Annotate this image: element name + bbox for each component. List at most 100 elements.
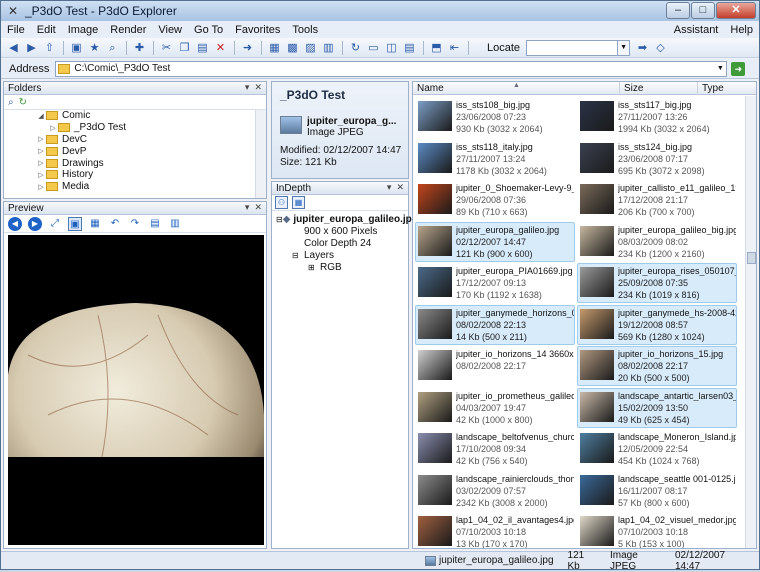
panel-menu-icon[interactable]: ▾	[387, 182, 392, 193]
address-dropdown-icon[interactable]: ▼	[714, 65, 726, 72]
menu-edit[interactable]: Edit	[31, 24, 62, 36]
zoom-fit-icon[interactable]: ⤢	[48, 217, 62, 231]
new-folder-icon[interactable]: ✚	[131, 40, 148, 56]
file-tile[interactable]: iss_sts108_big.jpg 23/06/2008 07:23 930 Kb…	[415, 97, 575, 137]
panel-menu-icon[interactable]: ▾	[245, 82, 250, 93]
expand-arrow-icon[interactable]: ▷	[36, 171, 46, 179]
collapse-icon[interactable]: ⊟	[292, 251, 304, 260]
address-go-icon[interactable]: ➜	[731, 61, 746, 76]
tree-item-devp[interactable]: ▷ DevP	[4, 145, 266, 157]
expand-arrow-icon[interactable]: ▷	[48, 124, 58, 132]
export-icon[interactable]: ⇤	[446, 40, 463, 56]
next-icon[interactable]: ▶	[28, 216, 42, 231]
menu-file[interactable]: File	[1, 24, 31, 36]
menu-goto[interactable]: Go To	[188, 24, 229, 36]
menu-image[interactable]: Image	[62, 24, 105, 36]
file-tile[interactable]: jupiter_callisto_e11_galileo_199... 17/12…	[577, 180, 737, 220]
tree-item-p3do-test[interactable]: ▷ _P3dO Test	[4, 122, 266, 134]
view-details-icon[interactable]: ▥	[320, 40, 337, 56]
folders-scrollbar[interactable]	[255, 110, 266, 198]
file-tile[interactable]: jupiter_ganymede_horizons_09.j...08/02/2…	[415, 304, 575, 345]
expand-icon[interactable]: ⊞	[308, 263, 320, 272]
expand-arrow-icon[interactable]: ▷	[36, 159, 46, 167]
refresh-folder-icon[interactable]: ↻	[19, 97, 27, 108]
file-tile[interactable]: landscape_beltofvenus_churchi... 17/10/20…	[415, 429, 575, 469]
file-tile[interactable]: iss_sts117_big.jpg 27/11/2007 13:26 1994 K…	[577, 97, 737, 137]
address-field[interactable]: C:\Comic\_P3dO Test ▼	[55, 60, 728, 77]
view-thumbnails-icon[interactable]: ▦	[266, 40, 283, 56]
back-icon[interactable]: ◀	[5, 40, 22, 56]
copy-icon[interactable]: ❐	[176, 40, 193, 56]
indepth-layer-rgb[interactable]: ⊞ RGB	[276, 261, 408, 273]
paste-icon[interactable]: ▤	[194, 40, 211, 56]
tree-item-media[interactable]: ▷ Media	[4, 181, 266, 193]
column-size[interactable]: Size	[620, 82, 698, 95]
file-tile[interactable]: jupiter_io_horizons_14 3660x36... 08/02/2…	[415, 346, 575, 386]
slideshow-icon[interactable]: ▭	[365, 40, 382, 56]
menu-view[interactable]: View	[152, 24, 188, 36]
panel-close-icon[interactable]: ✕	[396, 182, 404, 193]
folders-icon[interactable]: ▣	[68, 40, 85, 56]
refresh-icon[interactable]: ↻	[347, 40, 364, 56]
menu-tools[interactable]: Tools	[286, 24, 324, 36]
layout-icon[interactable]: ▤	[401, 40, 418, 56]
forward-icon[interactable]: ▶	[23, 40, 40, 56]
menu-render[interactable]: Render	[104, 24, 152, 36]
tree-item-comic[interactable]: ◢ Comic	[4, 110, 266, 122]
view-images-icon[interactable]: ▩	[284, 40, 301, 56]
minimize-button[interactable]: –	[666, 2, 690, 19]
file-tile[interactable]: lap1_04_02_il_avantages4.jpg 07/10/2003 1…	[415, 512, 575, 548]
favorites-icon[interactable]: ★	[86, 40, 103, 56]
maximize-button[interactable]: □	[691, 2, 715, 19]
file-tile[interactable]: jupiter_0_Shoemaker-Levy-9_1... 29/06/200…	[415, 180, 575, 220]
file-tile[interactable]: lap1_04_02_visuel_medor.jpg 07/10/2003 10…	[577, 512, 737, 548]
zoom-actual-icon[interactable]: ▣	[68, 216, 82, 231]
import-icon[interactable]: ⬒	[428, 40, 445, 56]
menu-assistant[interactable]: Assistant	[668, 24, 725, 36]
view-preview-icon[interactable]: ▨	[302, 40, 319, 56]
panels-icon[interactable]: ◫	[383, 40, 400, 56]
file-tile[interactable]: jupiter_io_prometheus_galileo_b...04/03/…	[415, 388, 575, 428]
print-icon[interactable]: ▥	[168, 217, 182, 231]
delete-icon[interactable]: ✕	[212, 40, 229, 56]
indepth-tree-icon[interactable]: ⚇	[275, 196, 288, 209]
menu-help[interactable]: Help	[724, 24, 759, 36]
tree-item-devc[interactable]: ▷ DevC	[4, 134, 266, 146]
zoom-full-icon[interactable]: ▦	[88, 217, 102, 231]
file-tile[interactable]: landscape_seattle 001-0125.jpg 16/11/2007…	[577, 471, 737, 511]
file-tile[interactable]: landscape_Moneron_Island.jpg 12/05/2009 2…	[577, 429, 737, 469]
save-icon[interactable]: ▤	[148, 217, 162, 231]
move-icon[interactable]: ➜	[239, 40, 256, 56]
vertical-scrollbar[interactable]	[745, 96, 756, 548]
search-icon[interactable]: ⌕	[104, 40, 121, 56]
file-tile[interactable]: jupiter_io_horizons_15.jpg 08/02/2008 22:…	[577, 346, 737, 386]
column-type[interactable]: Type	[698, 82, 746, 95]
menu-favorites[interactable]: Favorites	[229, 24, 286, 36]
file-tile[interactable]: jupiter_europa_galileo.jpg 02/12/2007 14:…	[415, 221, 575, 262]
collapse-icon[interactable]: ⊟	[276, 215, 283, 224]
indepth-grid-icon[interactable]: ▦	[292, 196, 305, 209]
file-tile[interactable]: jupiter_europa_PIA01669.jpg 17/12/2007 09…	[415, 263, 575, 303]
tree-item-history[interactable]: ▷ History	[4, 169, 266, 181]
up-folder-icon[interactable]: ⇧	[41, 40, 58, 56]
scrollbar-thumb[interactable]	[747, 252, 756, 264]
file-tile[interactable]: jupiter_europa_rises_050107_0... 25/09/20…	[577, 263, 737, 303]
file-tile[interactable]: landscape_rainierclouds_thomp...03/02/20…	[415, 471, 575, 511]
locate-go-icon[interactable]: ➡	[634, 40, 651, 56]
rotate-left-icon[interactable]: ↶	[108, 217, 122, 231]
file-tile[interactable]: landscape_antartic_larsen03_ro...15/02/2…	[577, 387, 737, 428]
locate-dropdown-icon[interactable]: ▼	[618, 39, 631, 56]
rotate-right-icon[interactable]: ↷	[128, 217, 142, 231]
cut-icon[interactable]: ✂	[158, 40, 175, 56]
panel-close-icon[interactable]: ✕	[254, 202, 262, 213]
title-bar[interactable]: ✕ _P3dO Test - P3dO Explorer – □ ✕	[1, 1, 759, 21]
file-tile[interactable]: iss_sts118_italy.jpg 27/11/2007 13:24 1178…	[415, 139, 575, 179]
expand-arrow-icon[interactable]: ◢	[36, 112, 46, 120]
close-button[interactable]: ✕	[716, 2, 756, 19]
file-tile[interactable]: jupiter_europa_galileo_big.jpg 08/03/2009…	[577, 222, 737, 262]
panel-close-icon[interactable]: ✕	[254, 82, 262, 93]
panel-menu-icon[interactable]: ▾	[245, 202, 250, 213]
file-tile[interactable]: jupiter_ganymede_hs-2008-42-c...19/12/20…	[577, 304, 737, 345]
file-tile[interactable]: iss_sts124_big.jpg 23/06/2008 07:17 695 Kb…	[577, 139, 737, 179]
locate-input[interactable]	[526, 39, 619, 56]
